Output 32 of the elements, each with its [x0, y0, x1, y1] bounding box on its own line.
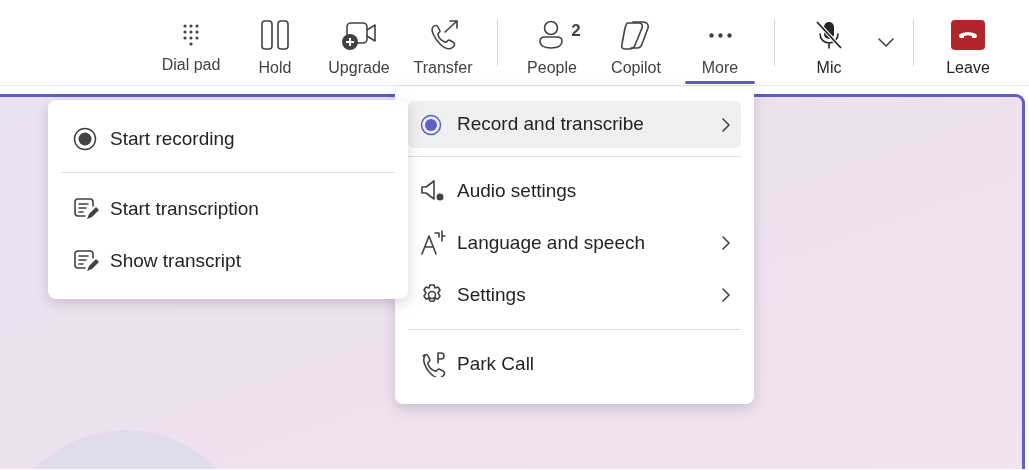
toolbar-button[interactable]: Hold — [233, 0, 317, 86]
record-icon — [73, 127, 97, 151]
video-add-icon — [341, 19, 377, 51]
speaker-gear-icon — [420, 179, 446, 203]
radio-icon — [420, 113, 442, 136]
menu-item[interactable]: Start transcription — [61, 183, 395, 235]
menu-item[interactable]: Start recording — [61, 115, 395, 163]
menu-item[interactable]: Record and transcribe — [408, 101, 741, 148]
selected-underline — [685, 80, 755, 84]
transcript-icon — [73, 197, 99, 221]
person-icon — [537, 19, 566, 51]
pause-icon — [260, 19, 290, 51]
hang-up-icon — [950, 19, 986, 51]
people-button[interactable]: 2 People — [510, 0, 594, 86]
toolbar-button[interactable]: More — [678, 0, 762, 86]
toolbar-button[interactable]: Transfer — [401, 0, 485, 86]
language-icon — [420, 230, 446, 256]
transcript-icon — [73, 249, 99, 273]
menu-item[interactable]: Show transcript — [61, 235, 395, 287]
leave-button[interactable]: Leave — [926, 0, 1010, 86]
mic-button[interactable]: Mic — [787, 0, 871, 86]
toolbar-button[interactable]: Upgrade — [317, 0, 401, 86]
menu-item[interactable]: Audio settings — [408, 165, 741, 217]
more-icon — [708, 33, 732, 38]
chevron-down-icon — [878, 38, 894, 49]
people-count: 2 — [571, 19, 581, 42]
menu-item[interactable]: Park Call — [408, 338, 741, 390]
menu-item[interactable]: Language and speech — [408, 217, 741, 269]
toolbar-button[interactable]: Dial pad — [149, 0, 233, 86]
menu-item[interactable]: Settings — [408, 269, 741, 321]
phone-park-icon — [420, 351, 446, 377]
toolbar-button[interactable]: Copilot — [594, 0, 678, 86]
